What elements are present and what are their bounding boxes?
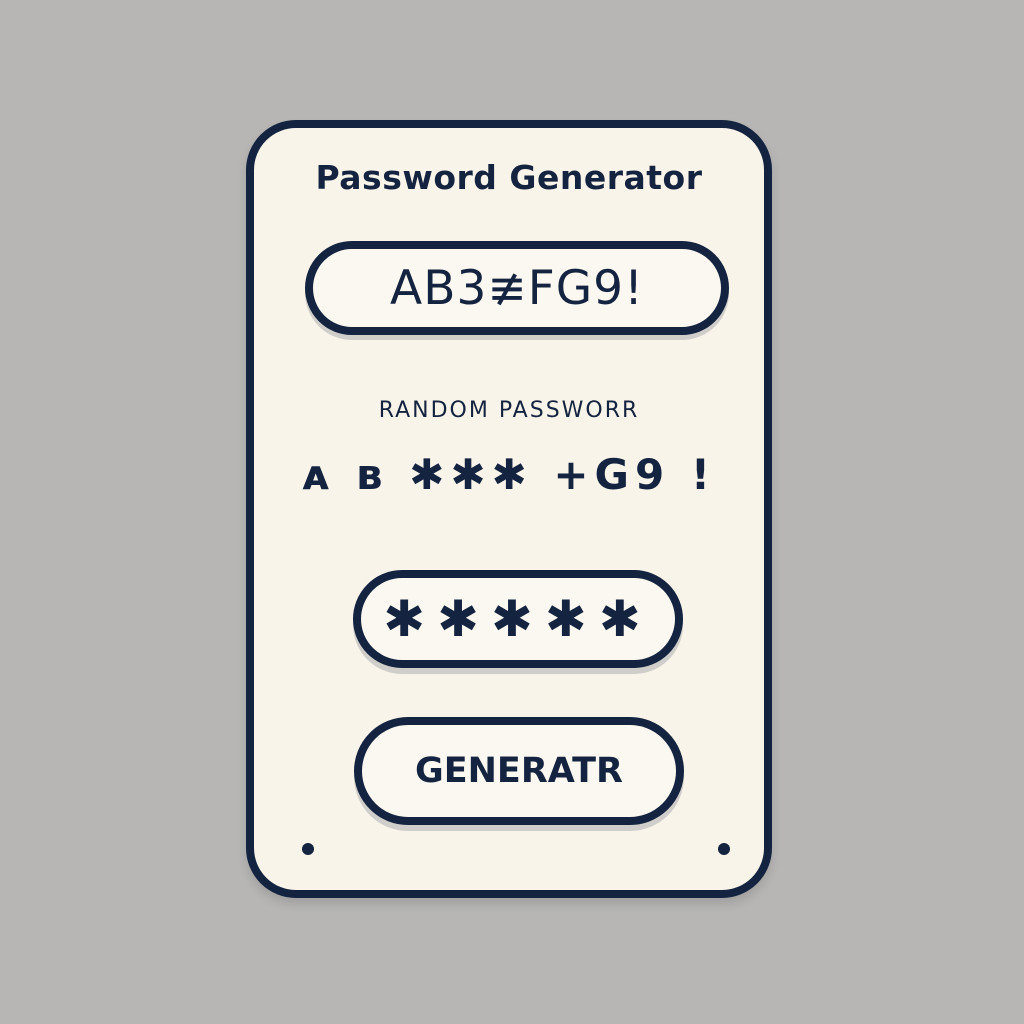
generate-button[interactable]: GENERATR [354, 717, 684, 825]
generate-button-label: GENERATR [415, 751, 623, 791]
random-password-label: RANDOM PASSWORR [378, 398, 640, 423]
generated-password-field[interactable]: AB3≢FG9! [305, 241, 729, 335]
panel-title: Password Generator [315, 158, 703, 197]
masked-password-preview: ᴀ ʙ ✱✱✱ +G9 ! [301, 450, 717, 499]
masked-password-value: ✱✱✱✱✱ [383, 590, 653, 648]
corner-screw-right [718, 843, 730, 855]
password-generator-panel: Password Generator AB3≢FG9! RANDOM PASSW… [246, 120, 772, 898]
generated-password-text: AB3≢FG9! [390, 260, 644, 316]
corner-screw-left [302, 843, 314, 855]
masked-password-field[interactable]: ✱✱✱✱✱ [353, 570, 683, 668]
